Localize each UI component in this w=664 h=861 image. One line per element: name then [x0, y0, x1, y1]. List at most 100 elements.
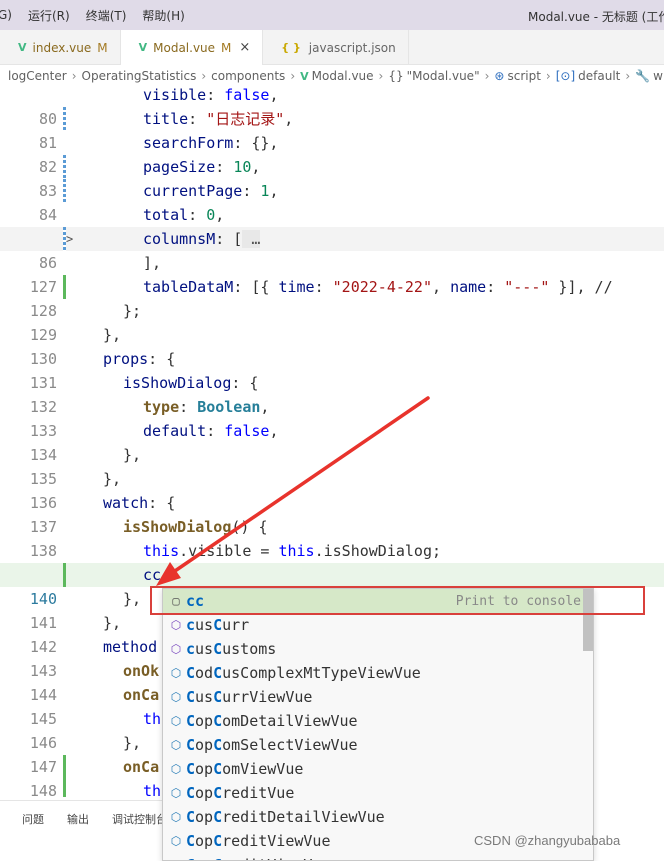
suggestion-label: CopCreditViewVue — [186, 856, 331, 860]
line-code: ], — [143, 254, 162, 272]
suggestion-item[interactable]: ⬡ CopCreditDetailViewVue — [163, 805, 593, 829]
autocomplete-suggest-widget[interactable]: ▢ cc Print to console ⬡ cusCurr ⬡ cusCustom… — [162, 588, 594, 861]
line-code: cc — [143, 566, 162, 584]
chevron-right-icon: › — [378, 69, 384, 83]
breadcrumb-item[interactable]: logCenter — [8, 69, 67, 83]
suggestion-label: CopComSelectViewVue — [186, 736, 358, 754]
code-line[interactable]: 82 searchForm: {}, — [0, 131, 664, 176]
code-line[interactable]: 138 isShowDialog() { — [0, 515, 664, 560]
line-code: title: "日志记录", — [143, 110, 294, 128]
tab-output[interactable]: 输出 — [44, 811, 89, 827]
reference-icon: ⬡ — [170, 738, 182, 752]
breadcrumb-item[interactable]: w — [653, 69, 663, 83]
tab-index-vue[interactable]: V index.vue M — [0, 30, 121, 65]
modified-indicator: M — [97, 40, 108, 55]
breadcrumb-item[interactable]: OperatingStatistics — [82, 69, 197, 83]
reference-icon: ⬡ — [170, 810, 182, 824]
suggestion-item[interactable]: ⬡ CopComViewVue — [163, 757, 593, 781]
reference-icon: ⬡ — [170, 666, 182, 680]
code-line[interactable]: 132 isShowDialog: { — [0, 371, 664, 416]
code-line[interactable]: 133 type: Boolean, — [0, 395, 664, 440]
suggestion-item[interactable]: ⬡ CopComDetailViewVue — [163, 709, 593, 733]
tab-debug-console[interactable]: 调试控制台 — [89, 811, 167, 827]
reference-icon: ⬡ — [170, 762, 182, 776]
module-icon: ⬡ — [170, 618, 182, 632]
chevron-right-icon: › — [290, 69, 296, 83]
code-line[interactable]: 83 pageSize: 10, — [0, 155, 664, 200]
git-added-marker — [63, 755, 66, 779]
tab-javascript-json[interactable]: { } javascript.json — [263, 30, 409, 65]
line-code: method — [103, 638, 158, 656]
chevron-right-icon: › — [201, 69, 207, 83]
suggestion-item[interactable]: ⬡ cusCustoms — [163, 637, 593, 661]
code-line[interactable]: 84 currentPage: 1, — [0, 179, 664, 224]
code-line[interactable]: 130 }, — [0, 323, 664, 368]
suggestion-item[interactable]: ⬡CopCreditViewVue — [163, 853, 593, 860]
code-line[interactable]: 139 this.visible = this.isShowDialog; — [0, 539, 664, 584]
code-line[interactable]: 81 title: "日志记录", — [0, 107, 664, 152]
code-line[interactable]: 131 props: { — [0, 347, 664, 392]
git-modified-marker — [63, 107, 66, 131]
suggestion-item[interactable]: ⬡ CopCreditVue — [163, 781, 593, 805]
code-line[interactable]: 86 > columnsM: [ … — [0, 227, 664, 272]
code-line[interactable]: 137 watch: { — [0, 491, 664, 536]
code-line[interactable]: 136 }, — [0, 467, 664, 512]
code-line-current[interactable]: 140 cc — [0, 563, 664, 608]
line-code: tableDataM: [{ time: "2022-4-22", name: … — [143, 278, 613, 296]
line-code: th — [143, 710, 162, 728]
line-code: onOk — [123, 662, 160, 680]
code-line[interactable]: 127 ], — [0, 251, 664, 296]
vue-icon: V — [300, 69, 309, 83]
code-line[interactable]: 128 tableDataM: [{ time: "2022-4-22", na… — [0, 275, 664, 320]
suggestion-item[interactable]: ⬡ CusCurrViewVue — [163, 685, 593, 709]
line-code: total: 0, — [143, 206, 225, 224]
snippet-icon: ▢ — [172, 594, 180, 608]
code-line[interactable]: 129 }; — [0, 299, 664, 344]
suggestion-item[interactable]: ⬡ cusCurr — [163, 613, 593, 637]
fold-chevron-icon[interactable]: > — [66, 227, 73, 251]
breadcrumb-item[interactable]: "Modal.vue" — [407, 69, 480, 83]
breadcrumb-item[interactable]: script — [507, 69, 540, 83]
suggestion-label: CodCusComplexMtTypeViewVue — [186, 664, 421, 682]
breadcrumb-item[interactable]: Modal.vue — [312, 69, 374, 83]
line-code: onCa — [123, 758, 160, 776]
line-code: isShowDialog: { — [123, 374, 259, 392]
line-code: visible: false, — [143, 87, 279, 104]
suggestion-item[interactable]: ⬡ CodCusComplexMtTypeViewVue — [163, 661, 593, 685]
chevron-right-icon: › — [484, 69, 490, 83]
module-icon: ⬡ — [170, 642, 182, 656]
line-code: type: Boolean, — [143, 398, 270, 416]
code-line[interactable]: 134 default: false, — [0, 419, 664, 464]
breadcrumb: logCenter › OperatingStatistics › compon… — [0, 65, 664, 87]
line-code: }, — [103, 470, 122, 488]
vue-file-icon: V — [18, 41, 27, 54]
folded-region-ellipsis: … — [242, 230, 261, 248]
suggestion-label: cusCustoms — [186, 640, 277, 658]
suggest-scrollbar[interactable] — [583, 589, 593, 651]
line-code: }, — [103, 326, 122, 344]
suggestion-item-selected[interactable]: ▢ cc Print to console — [163, 589, 593, 613]
menu-item-partial[interactable]: G) — [0, 8, 20, 22]
menu-bar: G) 运行(R) 终端(T) 帮助(H) Modal.vue - 无标题 (工作 — [0, 0, 664, 30]
menu-item-run[interactable]: 运行(R) — [20, 7, 78, 24]
line-code: }, — [123, 446, 142, 464]
menu-item-terminal[interactable]: 终端(T) — [78, 7, 135, 24]
code-line[interactable]: 85 total: 0, — [0, 203, 664, 248]
close-icon[interactable]: × — [239, 40, 250, 55]
breadcrumb-item[interactable]: components — [211, 69, 285, 83]
line-code: watch: { — [103, 494, 176, 512]
panel-tab-bar: 问题 输出 调试控制台 — [0, 800, 167, 861]
tab-modal-vue[interactable]: V Modal.vue M × — [120, 30, 264, 65]
tab-label: Modal.vue — [153, 40, 216, 55]
tab-problems[interactable]: 问题 — [0, 811, 44, 827]
line-code: }; — [123, 302, 142, 320]
menu-item-help[interactable]: 帮助(H) — [134, 7, 192, 24]
line-code: columnsM: [ … — [143, 230, 261, 248]
code-line[interactable]: 135 }, — [0, 443, 664, 488]
breadcrumb-item[interactable]: default — [578, 69, 620, 83]
suggestion-label: CopComDetailViewVue — [186, 712, 358, 730]
git-modified-marker — [63, 179, 66, 203]
suggestion-item[interactable]: ⬡ CopComSelectViewVue — [163, 733, 593, 757]
code-line[interactable]: 80 visible: false, — [0, 87, 664, 128]
line-code: }, — [123, 734, 142, 752]
